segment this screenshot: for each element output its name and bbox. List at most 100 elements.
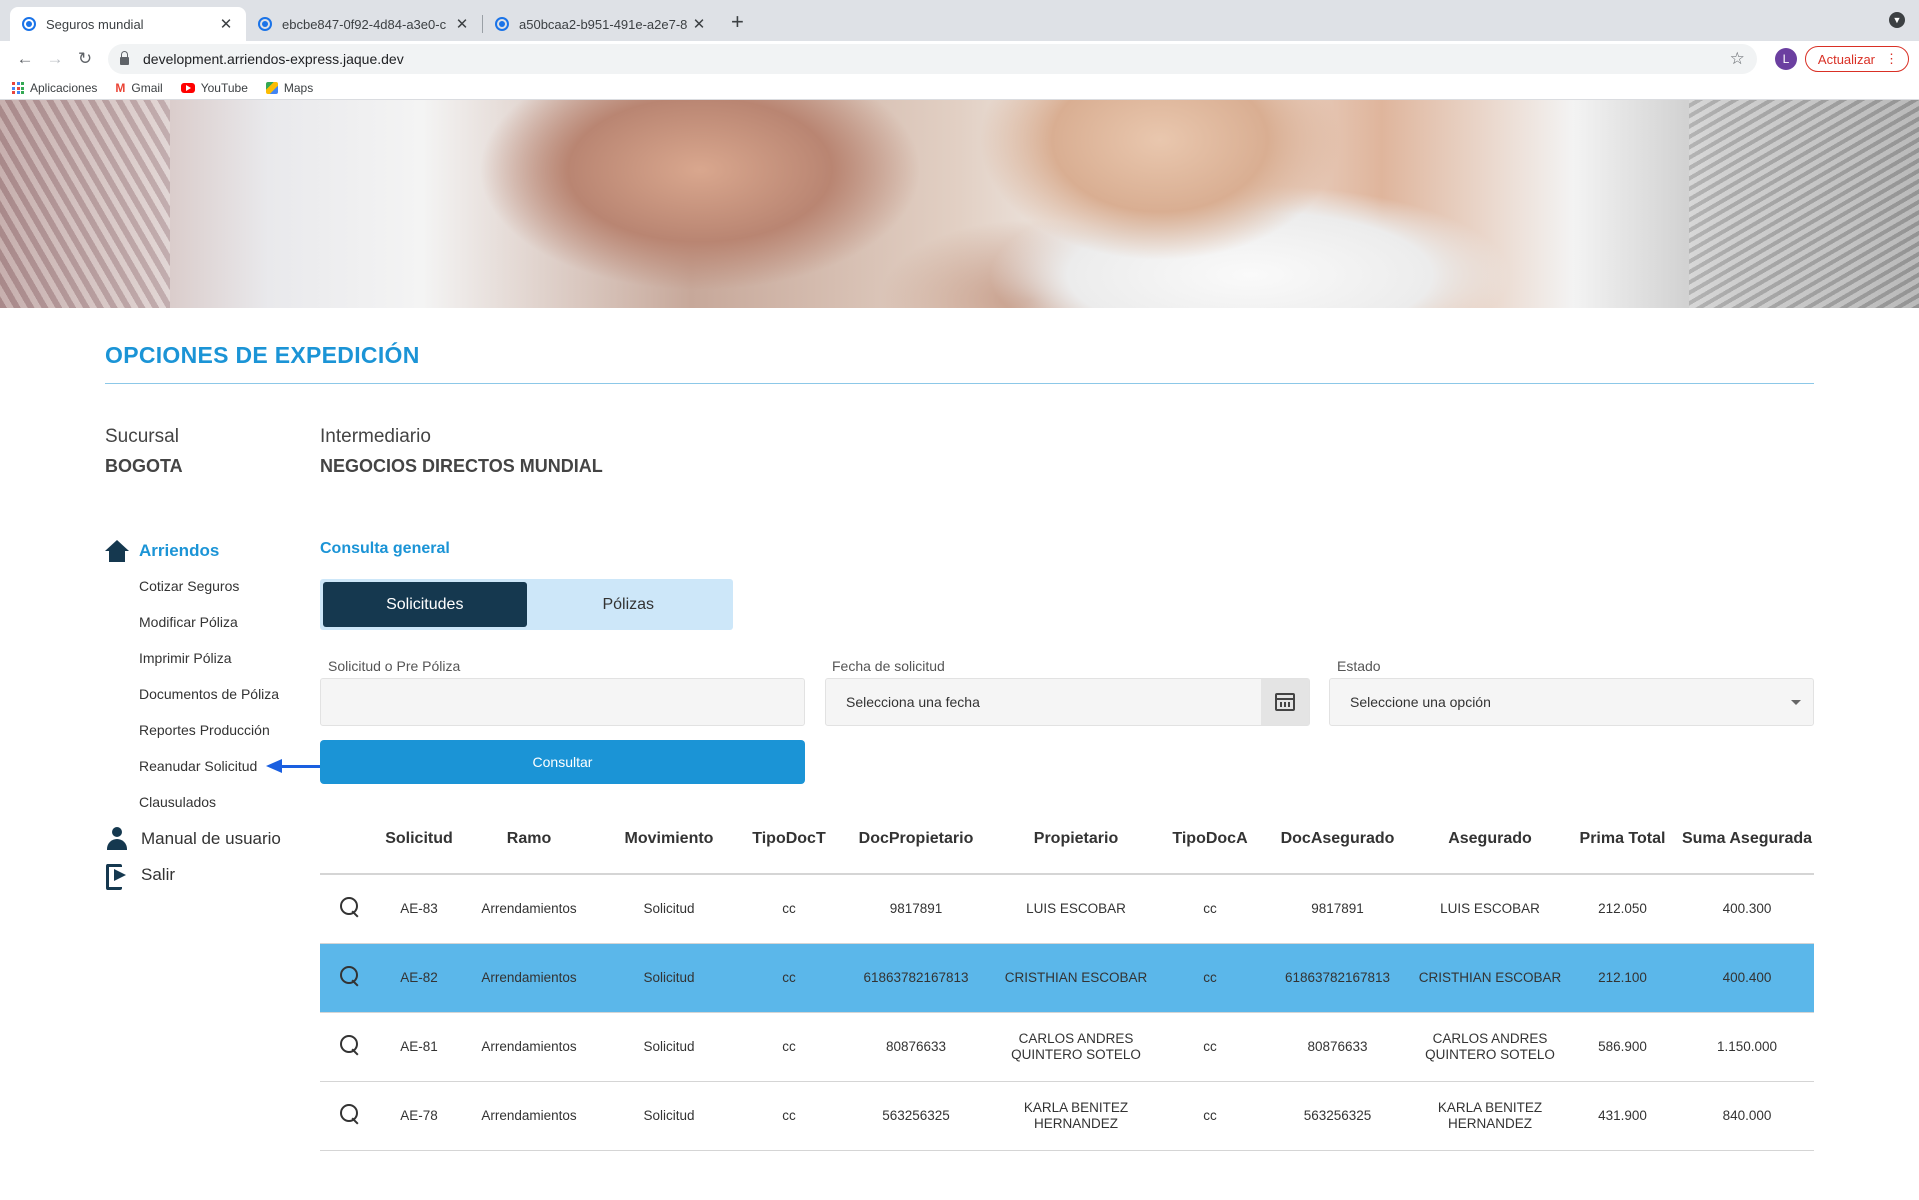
table-cell: 840.000 [1680,1081,1814,1151]
update-browser-button[interactable]: Actualizar ⋮ [1804,46,1909,72]
view-cell [320,1081,380,1151]
update-label: Actualizar [1817,51,1875,67]
calendar-icon [1275,693,1295,711]
sidebar-item-reanudar-solicitud[interactable]: Reanudar Solicitud [139,758,257,774]
tab-search-icon[interactable]: ▼ [1889,12,1905,28]
results-table: Solicitud Ramo Movimiento TipoDocT DocPr… [320,805,1814,1151]
forward-arrow-icon[interactable]: → [40,49,70,69]
tab-group: Solicitudes Pólizas [320,579,733,630]
sidebar-item-reportes-produccion[interactable]: Reportes Producción [139,722,270,738]
sidebar-item-manual[interactable]: Manual de usuario [105,827,281,851]
browser-tab-3[interactable]: a50bcaa2-b951-491e-a2e7-8 ✕ [483,7,719,41]
tab-solicitudes[interactable]: Solicitudes [323,582,527,627]
bookmark-apps[interactable]: Aplicaciones [12,81,97,95]
view-cell [320,1012,380,1082]
column-header[interactable]: Asegurado [1415,805,1565,875]
table-cell: CRISTHIAN ESCOBAR [992,943,1160,1013]
column-header[interactable]: Ramo [458,805,600,875]
tab-title: Seguros mundial [46,16,144,32]
table-cell: Solicitud [600,874,738,944]
estado-select[interactable]: Seleccione una opción [1329,678,1814,726]
close-tab-icon[interactable]: ✕ [454,15,470,33]
home-icon [105,540,129,562]
calendar-button[interactable] [1261,679,1309,725]
column-header[interactable]: Propietario [992,805,1160,875]
table-cell: cc [1160,1012,1260,1082]
table-cell: Arrendamientos [458,874,600,944]
column-header[interactable]: Prima Total [1565,805,1680,875]
browser-tab-1[interactable]: Seguros mundial ✕ [10,7,246,41]
sidebar-item-salir[interactable]: Salir [105,863,176,890]
table-header-row: Solicitud Ramo Movimiento TipoDocT DocPr… [320,805,1814,875]
sidebar-item-imprimir-poliza[interactable]: Imprimir Póliza [139,650,232,666]
column-header[interactable]: DocPropietario [840,805,992,875]
table-cell: cc [1160,1081,1260,1151]
back-arrow-icon[interactable]: ← [10,49,40,69]
intermediario-label: Intermediario [320,426,431,447]
table-cell: 1.150.000 [1680,1012,1814,1082]
bookmark-maps[interactable]: Maps [265,81,313,95]
column-header[interactable]: Solicitud [380,805,458,875]
youtube-icon [180,83,195,93]
sidebar-item-documentos-de-poliza[interactable]: Documentos de Póliza [139,686,279,702]
table-cell: KARLA BENITEZ HERNANDEZ [1415,1081,1565,1151]
fecha-input[interactable]: Selecciona una fecha [825,678,1310,726]
table-cell: 212.100 [1565,943,1680,1013]
logout-icon [105,863,129,890]
column-header[interactable]: Suma Asegurada [1680,805,1814,875]
table-cell: 563256325 [840,1081,992,1151]
sidebar-item-label: Salir [141,865,176,884]
search-icon[interactable] [339,965,361,987]
tab-polizas[interactable]: Pólizas [527,582,731,627]
table-cell: Solicitud [600,943,738,1013]
column-header[interactable]: DocAsegurado [1260,805,1415,875]
sidebar-item-modificar-poliza[interactable]: Modificar Póliza [139,614,238,630]
close-tab-icon[interactable]: ✕ [218,15,234,33]
table-row[interactable]: AE-81 Arrendamientos Solicitud cc 808766… [320,1012,1814,1082]
url-text: development.arriendos-express.jaque.dev [143,51,404,67]
column-header[interactable]: TipoDocA [1160,805,1260,875]
search-icon[interactable] [339,1034,361,1056]
more-menu-icon: ⋮ [1885,51,1898,66]
search-icon[interactable] [339,1103,361,1125]
table-cell: CRISTHIAN ESCOBAR [1415,943,1565,1013]
sidebar-section-arriendos[interactable]: Arriendos [105,540,219,562]
sidebar-section-label: Arriendos [139,541,220,560]
table-cell: cc [738,943,840,1013]
browser-tab-2[interactable]: ebcbe847-0f92-4d84-a3e0-c ✕ [246,7,482,41]
table-cell: 61863782167813 [1260,943,1415,1013]
search-icon[interactable] [339,896,361,918]
new-tab-icon[interactable]: + [731,9,744,35]
consultar-button[interactable]: Consultar [320,740,805,784]
address-bar[interactable]: development.arriendos-express.jaque.dev … [108,44,1757,74]
profile-avatar[interactable]: L [1774,48,1797,70]
bookmark-gmail[interactable]: M Gmail [115,81,162,95]
table-cell: 9817891 [1260,874,1415,944]
bookmark-label: Aplicaciones [30,81,98,95]
table-cell: 9817891 [840,874,992,944]
pointer-arrow-icon [266,759,320,773]
column-header[interactable]: TipoDocT [738,805,840,875]
table-cell: CARLOS ANDRES QUINTERO SOTELO [1415,1012,1565,1082]
bookmark-youtube[interactable]: YouTube [180,81,248,95]
table-row[interactable]: AE-83 Arrendamientos Solicitud cc 981789… [320,874,1814,944]
close-tab-icon[interactable]: ✕ [691,15,707,33]
column-header[interactable]: Movimiento [600,805,738,875]
sucursal-value: BOGOTA [105,456,183,476]
reload-icon[interactable]: ↻ [70,49,100,69]
user-icon [105,827,129,851]
sidebar-item-cotizar-seguros[interactable]: Cotizar Seguros [139,578,239,594]
table-cell: AE-78 [380,1081,458,1151]
table-cell: Solicitud [600,1012,738,1082]
hero-banner-image [0,100,1919,308]
table-cell: KARLA BENITEZ HERNANDEZ [992,1081,1160,1151]
table-cell: cc [1160,874,1260,944]
bookmark-star-icon[interactable]: ☆ [1730,49,1745,69]
table-cell: cc [738,874,840,944]
table-row[interactable]: AE-78 Arrendamientos Solicitud cc 563256… [320,1081,1814,1151]
table-row-selected[interactable]: AE-82 Arrendamientos Solicitud cc 618637… [320,943,1814,1013]
solicitud-input[interactable] [320,678,805,726]
table-cell: cc [738,1081,840,1151]
sidebar-item-clausulados[interactable]: Clausulados [139,794,216,810]
intermediario-value: NEGOCIOS DIRECTOS MUNDIAL [320,456,603,476]
